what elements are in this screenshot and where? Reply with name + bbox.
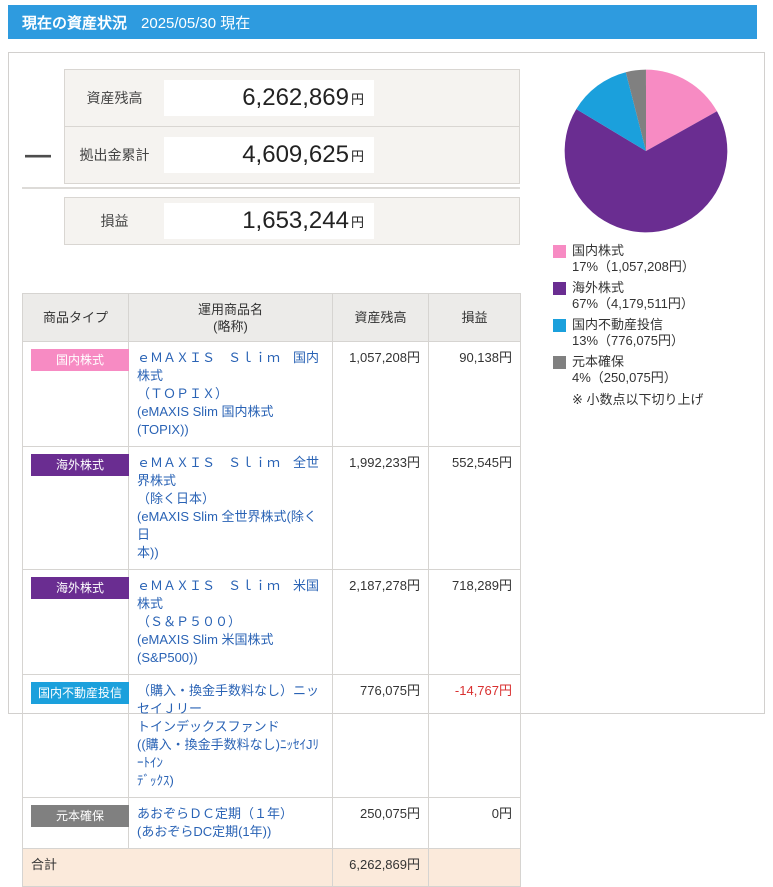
legend-item: 国内不動産投信 13%（776,075円） [553,317,758,349]
product-name-link[interactable]: あおぞらＤＣ定期（１年） [137,805,324,823]
legend-detail: 4%（250,075円） [572,370,677,386]
product-name-link[interactable]: ｅＭＡＸＩＳ Ｓｌｉｍ 国内株式 （ＴＯＰＩＸ） [137,349,324,403]
table-header-row: 商品タイプ 運用商品名 (略称) 資産残高 損益 [23,294,521,342]
product-abbr[interactable]: (eMAXIS Slim 全世界株式(除く日 本)) [137,508,324,562]
table-row: 海外株式 ｅＭＡＸＩＳ Ｓｌｉｍ 米国株式 （Ｓ＆Ｐ５００） (eMAXIS S… [23,570,521,675]
profit-loss-value: 0円 [429,798,521,849]
asset-balance-value-box: 6,262,869 円 [164,80,374,116]
total-row: 合計 6,262,869円 [23,849,521,887]
legend-detail: 13%（776,075円） [572,333,684,349]
table-row: 海外株式 ｅＭＡＸＩＳ Ｓｌｉｍ 全世界株式 （除く日本） (eMAXIS Sl… [23,447,521,570]
profit-loss-label: 損益 [65,211,164,231]
asset-balance-value: 6,262,869 [242,84,349,112]
legend-label: 国内株式 [572,243,695,259]
content-panel: 資産残高 6,262,869 円 拠出金累計 4,609,625 円 — 損益 … [8,52,765,714]
product-type-badge: 海外株式 [31,577,129,599]
legend-item: 元本確保 4%（250,075円） [553,354,758,386]
legend-swatch-domestic-reit [553,319,566,332]
legend-label: 海外株式 [572,280,694,296]
legend-label: 国内不動産投信 [572,317,684,333]
asset-balance-unit: 円 [351,89,364,108]
equals-divider [22,187,520,189]
col-header-product-name: 運用商品名 (略称) [129,294,333,342]
rounding-note: ※ 小数点以下切り上げ [553,392,758,408]
legend-swatch-principal-protected [553,356,566,369]
as-of-date: 2025/05/30 現在 [141,12,250,33]
profit-loss-value: 1,653,244 [242,207,349,235]
profit-loss-unit: 円 [351,212,364,231]
summary-panel: 資産残高 6,262,869 円 拠出金累計 4,609,625 円 [64,69,520,184]
total-label: 合計 [23,849,333,887]
pie-legend: 国内株式 17%（1,057,208円） 海外株式 67%（4,179,511円… [553,243,758,408]
product-name-link[interactable]: （購入・換金手数料なし）ニッセイＪリー トインデックスファンド [137,682,324,736]
total-profit-loss [429,849,521,887]
contribution-total-value: 4,609,625 [242,141,349,169]
profit-loss-value: 718,289円 [429,570,521,675]
profit-loss-value: 90,138円 [429,342,521,447]
contribution-total-value-box: 4,609,625 円 [164,137,374,173]
col-header-product-type: 商品タイプ [23,294,129,342]
legend-detail: 17%（1,057,208円） [572,259,695,275]
table-row: 国内株式 ｅＭＡＸＩＳ Ｓｌｉｍ 国内株式 （ＴＯＰＩＸ） (eMAXIS Sl… [23,342,521,447]
table-row: 元本確保 あおぞらＤＣ定期（１年） (あおぞらDC定期(1年)) 250,075… [23,798,521,849]
pie-slice-2 [565,109,728,232]
col-header-profit-loss: 損益 [429,294,521,342]
balance-value: 776,075円 [333,675,429,798]
minus-operator: — [25,139,61,169]
legend-swatch-foreign-stock [553,282,566,295]
legend-item: 国内株式 17%（1,057,208円） [553,243,758,275]
balance-value: 1,057,208円 [333,342,429,447]
product-abbr[interactable]: (あおぞらDC定期(1年)) [137,823,324,841]
balance-value: 250,075円 [333,798,429,849]
page-header: 現在の資産状況 2025/05/30 現在 [8,5,757,39]
table-row: 国内不動産投信 （購入・換金手数料なし）ニッセイＪリー トインデックスファンド … [23,675,521,798]
allocation-pie-chart [563,68,729,234]
balance-value: 1,992,233円 [333,447,429,570]
asset-balance-row: 資産残高 6,262,869 円 [65,70,519,126]
balance-value: 2,187,278円 [333,570,429,675]
legend-label: 元本確保 [572,354,677,370]
product-name-link[interactable]: ｅＭＡＸＩＳ Ｓｌｉｍ 全世界株式 （除く日本） [137,454,324,508]
product-name-link[interactable]: ｅＭＡＸＩＳ Ｓｌｉｍ 米国株式 （Ｓ＆Ｐ５００） [137,577,324,631]
contribution-total-label: 拠出金累計 [65,145,164,165]
holdings-table: 商品タイプ 運用商品名 (略称) 資産残高 損益 国内株式 ｅＭＡＸＩＳ Ｓｌｉ… [22,293,521,887]
profit-loss-panel: 損益 1,653,244 円 [64,197,520,245]
col-header-balance: 資産残高 [333,294,429,342]
contribution-total-row: 拠出金累計 4,609,625 円 [65,126,519,183]
total-balance: 6,262,869円 [333,849,429,887]
product-type-badge: 国内不動産投信 [31,682,129,704]
contribution-total-unit: 円 [351,146,364,165]
page-title: 現在の資産状況 [22,12,127,33]
product-type-badge: 海外株式 [31,454,129,476]
product-abbr[interactable]: ((購入・換金手数料なし)ﾆｯｾｲJﾘｰﾄｲﾝ ﾃﾞｯｸｽ) [137,736,324,790]
profit-loss-row: 損益 1,653,244 円 [65,198,519,244]
asset-balance-label: 資産残高 [65,88,164,108]
product-abbr[interactable]: (eMAXIS Slim 米国株式 (S&P500)) [137,631,324,667]
legend-item: 海外株式 67%（4,179,511円） [553,280,758,312]
profit-loss-value: 552,545円 [429,447,521,570]
product-type-badge: 国内株式 [31,349,129,371]
product-abbr[interactable]: (eMAXIS Slim 国内株式(TOPIX)) [137,403,324,439]
product-type-badge: 元本確保 [31,805,129,827]
profit-loss-value: -14,767円 [429,675,521,798]
profit-loss-value-box: 1,653,244 円 [164,203,374,239]
legend-detail: 67%（4,179,511円） [572,296,694,312]
legend-swatch-domestic-stock [553,245,566,258]
